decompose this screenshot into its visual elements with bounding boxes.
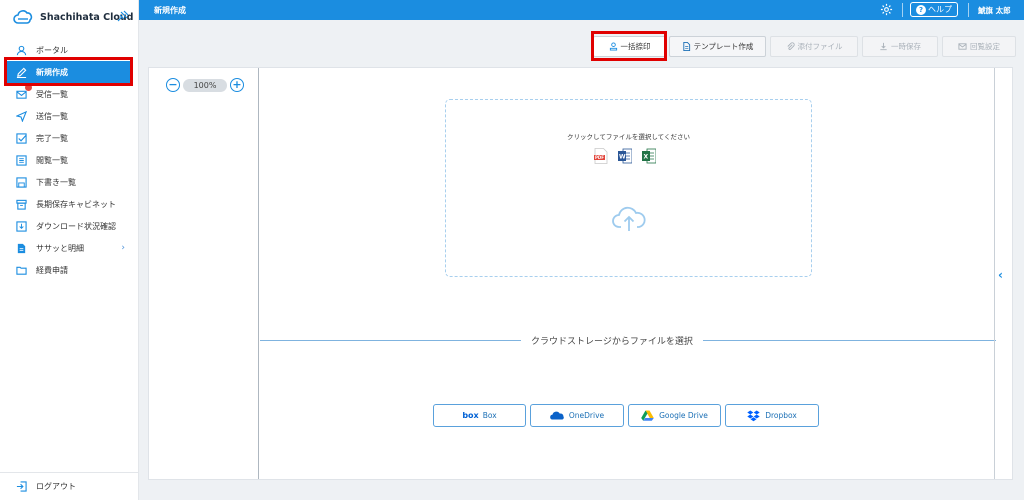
- sidebar-item-viewed[interactable]: 閲覧一覧: [0, 149, 139, 171]
- dropbox-icon: [747, 410, 760, 421]
- sidebar-item-new[interactable]: 新規作成: [6, 61, 131, 83]
- svg-text:X: X: [644, 154, 649, 161]
- cloud-storage-label: クラウドストレージからファイルを選択: [521, 334, 703, 347]
- file-drop-zone[interactable]: クリックしてファイルを選択してください PDF W X: [445, 99, 812, 277]
- brand[interactable]: Shachihata Cloud: [0, 0, 138, 34]
- sidebar-item-inbox[interactable]: 受信一覧: [0, 83, 139, 105]
- top-bar: 新規作成 ? ヘルプ 鯱旗 太郎: [139, 0, 1024, 20]
- temp-save-button[interactable]: 一時保存: [862, 36, 938, 57]
- box-logo-icon: box: [462, 411, 479, 420]
- upload-prompt: クリックしてファイルを選択してください: [567, 133, 690, 141]
- document-panel: − 100% + クリックしてファイルを選択してください PDF W X クラウ…: [148, 67, 1013, 480]
- doc-icon: [17, 243, 26, 253]
- page-title: 新規作成: [154, 5, 186, 15]
- logout-label: ログアウト: [36, 482, 76, 491]
- sidebar-item-label: ポータル: [36, 45, 68, 55]
- sidebar-item-drafts[interactable]: 下書き一覧: [0, 171, 139, 193]
- sidebar-nav: ポータル 新規作成 受信一覧 送信一覧 完了一覧 閲覧一覧 下書き一覧 長期保存…: [0, 39, 139, 281]
- archive-icon: [16, 199, 27, 210]
- attach-file-label: 添付ファイル: [797, 42, 843, 51]
- zoom-out-button[interactable]: −: [166, 78, 180, 92]
- logout-icon: [16, 481, 27, 492]
- help-label: ヘルプ: [928, 5, 952, 14]
- sidebar-item-completed[interactable]: 完了一覧: [0, 127, 139, 149]
- folder-icon: [16, 266, 27, 275]
- unread-badge: [25, 84, 32, 91]
- google-drive-button[interactable]: Google Drive: [628, 404, 721, 427]
- topbar-divider: [968, 3, 969, 17]
- dropbox-button[interactable]: Dropbox: [725, 404, 819, 427]
- template-create-button[interactable]: テンプレート作成: [669, 36, 766, 57]
- dropbox-label: Dropbox: [765, 411, 797, 420]
- save-icon: [16, 176, 27, 188]
- sidebar-item-label: 下書き一覧: [36, 177, 76, 187]
- topbar-divider: [902, 3, 903, 17]
- help-button[interactable]: ? ヘルプ: [910, 2, 958, 17]
- sidebar-item-portal[interactable]: ポータル: [0, 39, 139, 61]
- paperclip-icon: [786, 42, 795, 50]
- file-type-icons: PDF W X: [594, 148, 666, 164]
- download-icon: [16, 220, 27, 232]
- sidebar-item-label: 新規作成: [36, 67, 68, 77]
- sidebar-item-label: 完了一覧: [36, 133, 68, 143]
- google-drive-icon: [641, 410, 654, 421]
- pdf-icon: PDF: [594, 148, 608, 164]
- send-icon: [16, 110, 27, 122]
- box-button[interactable]: box Box: [433, 404, 526, 427]
- chevron-right-icon: ›: [121, 243, 125, 253]
- box-label: Box: [482, 411, 497, 420]
- sidebar: Shachihata Cloud ポータル 新規作成 受信一覧 送信一覧 完了一…: [0, 0, 139, 500]
- sidebar-item-label: 長期保存キャビネット: [36, 199, 116, 209]
- bulk-stamp-label: 一括捺印: [620, 42, 651, 51]
- user-icon: [16, 45, 27, 55]
- word-icon: W: [618, 148, 632, 164]
- attach-file-button[interactable]: 添付ファイル: [770, 36, 858, 57]
- pen-icon: [16, 67, 27, 78]
- sidebar-item-label: ササッと明細: [36, 243, 84, 253]
- temp-save-label: 一時保存: [891, 42, 921, 51]
- cloud-logo-icon: [13, 10, 33, 24]
- pin-icon[interactable]: [116, 9, 130, 23]
- onedrive-icon: [550, 411, 564, 420]
- sidebar-item-download-status[interactable]: ダウンロード状況確認: [0, 215, 139, 237]
- cloud-upload-icon: [612, 206, 646, 231]
- sidebar-item-label: ダウンロード状況確認: [36, 221, 116, 231]
- sidebar-item-cabinet[interactable]: 長期保存キャビネット: [0, 193, 139, 215]
- mail-icon: [958, 43, 967, 50]
- sidebar-item-statement[interactable]: ササッと明細 ›: [0, 237, 139, 259]
- thumbnail-column: − 100% +: [149, 68, 259, 479]
- gear-icon[interactable]: [880, 3, 893, 16]
- user-name[interactable]: 鯱旗 太郎: [978, 5, 1011, 16]
- bulk-stamp-button[interactable]: 一括捺印: [593, 36, 666, 57]
- google-drive-label: Google Drive: [659, 411, 708, 420]
- sidebar-item-label: 受信一覧: [36, 89, 68, 99]
- zoom-in-button[interactable]: +: [230, 78, 244, 92]
- sidebar-item-expense[interactable]: 経費申請: [0, 259, 139, 281]
- sidebar-item-sent[interactable]: 送信一覧: [0, 105, 139, 127]
- sidebar-item-label: 送信一覧: [36, 111, 68, 121]
- logout-button[interactable]: ログアウト: [0, 472, 139, 500]
- check-icon: [16, 132, 27, 144]
- svg-text:PDF: PDF: [595, 155, 604, 160]
- svg-text:W: W: [619, 154, 626, 161]
- list-icon: [16, 154, 27, 166]
- document-icon: [682, 42, 690, 51]
- sidebar-item-label: 閲覧一覧: [36, 155, 68, 165]
- excel-icon: X: [642, 148, 656, 164]
- onedrive-button[interactable]: OneDrive: [530, 404, 624, 427]
- zoom-control: − 100% +: [166, 78, 244, 92]
- question-icon: ?: [916, 4, 926, 15]
- stamp-icon: [609, 42, 617, 51]
- sidebar-item-label: 経費申請: [36, 265, 68, 275]
- template-create-label: テンプレート作成: [693, 42, 754, 51]
- zoom-level: 100%: [183, 78, 227, 92]
- side-panel-toggle-column: ‹: [994, 68, 1012, 479]
- view-settings-button[interactable]: 回覧設定: [942, 36, 1016, 57]
- chevron-left-icon[interactable]: ‹: [998, 268, 1003, 282]
- onedrive-label: OneDrive: [568, 411, 605, 420]
- download-icon: [880, 42, 887, 51]
- view-settings-label: 回覧設定: [970, 42, 1000, 51]
